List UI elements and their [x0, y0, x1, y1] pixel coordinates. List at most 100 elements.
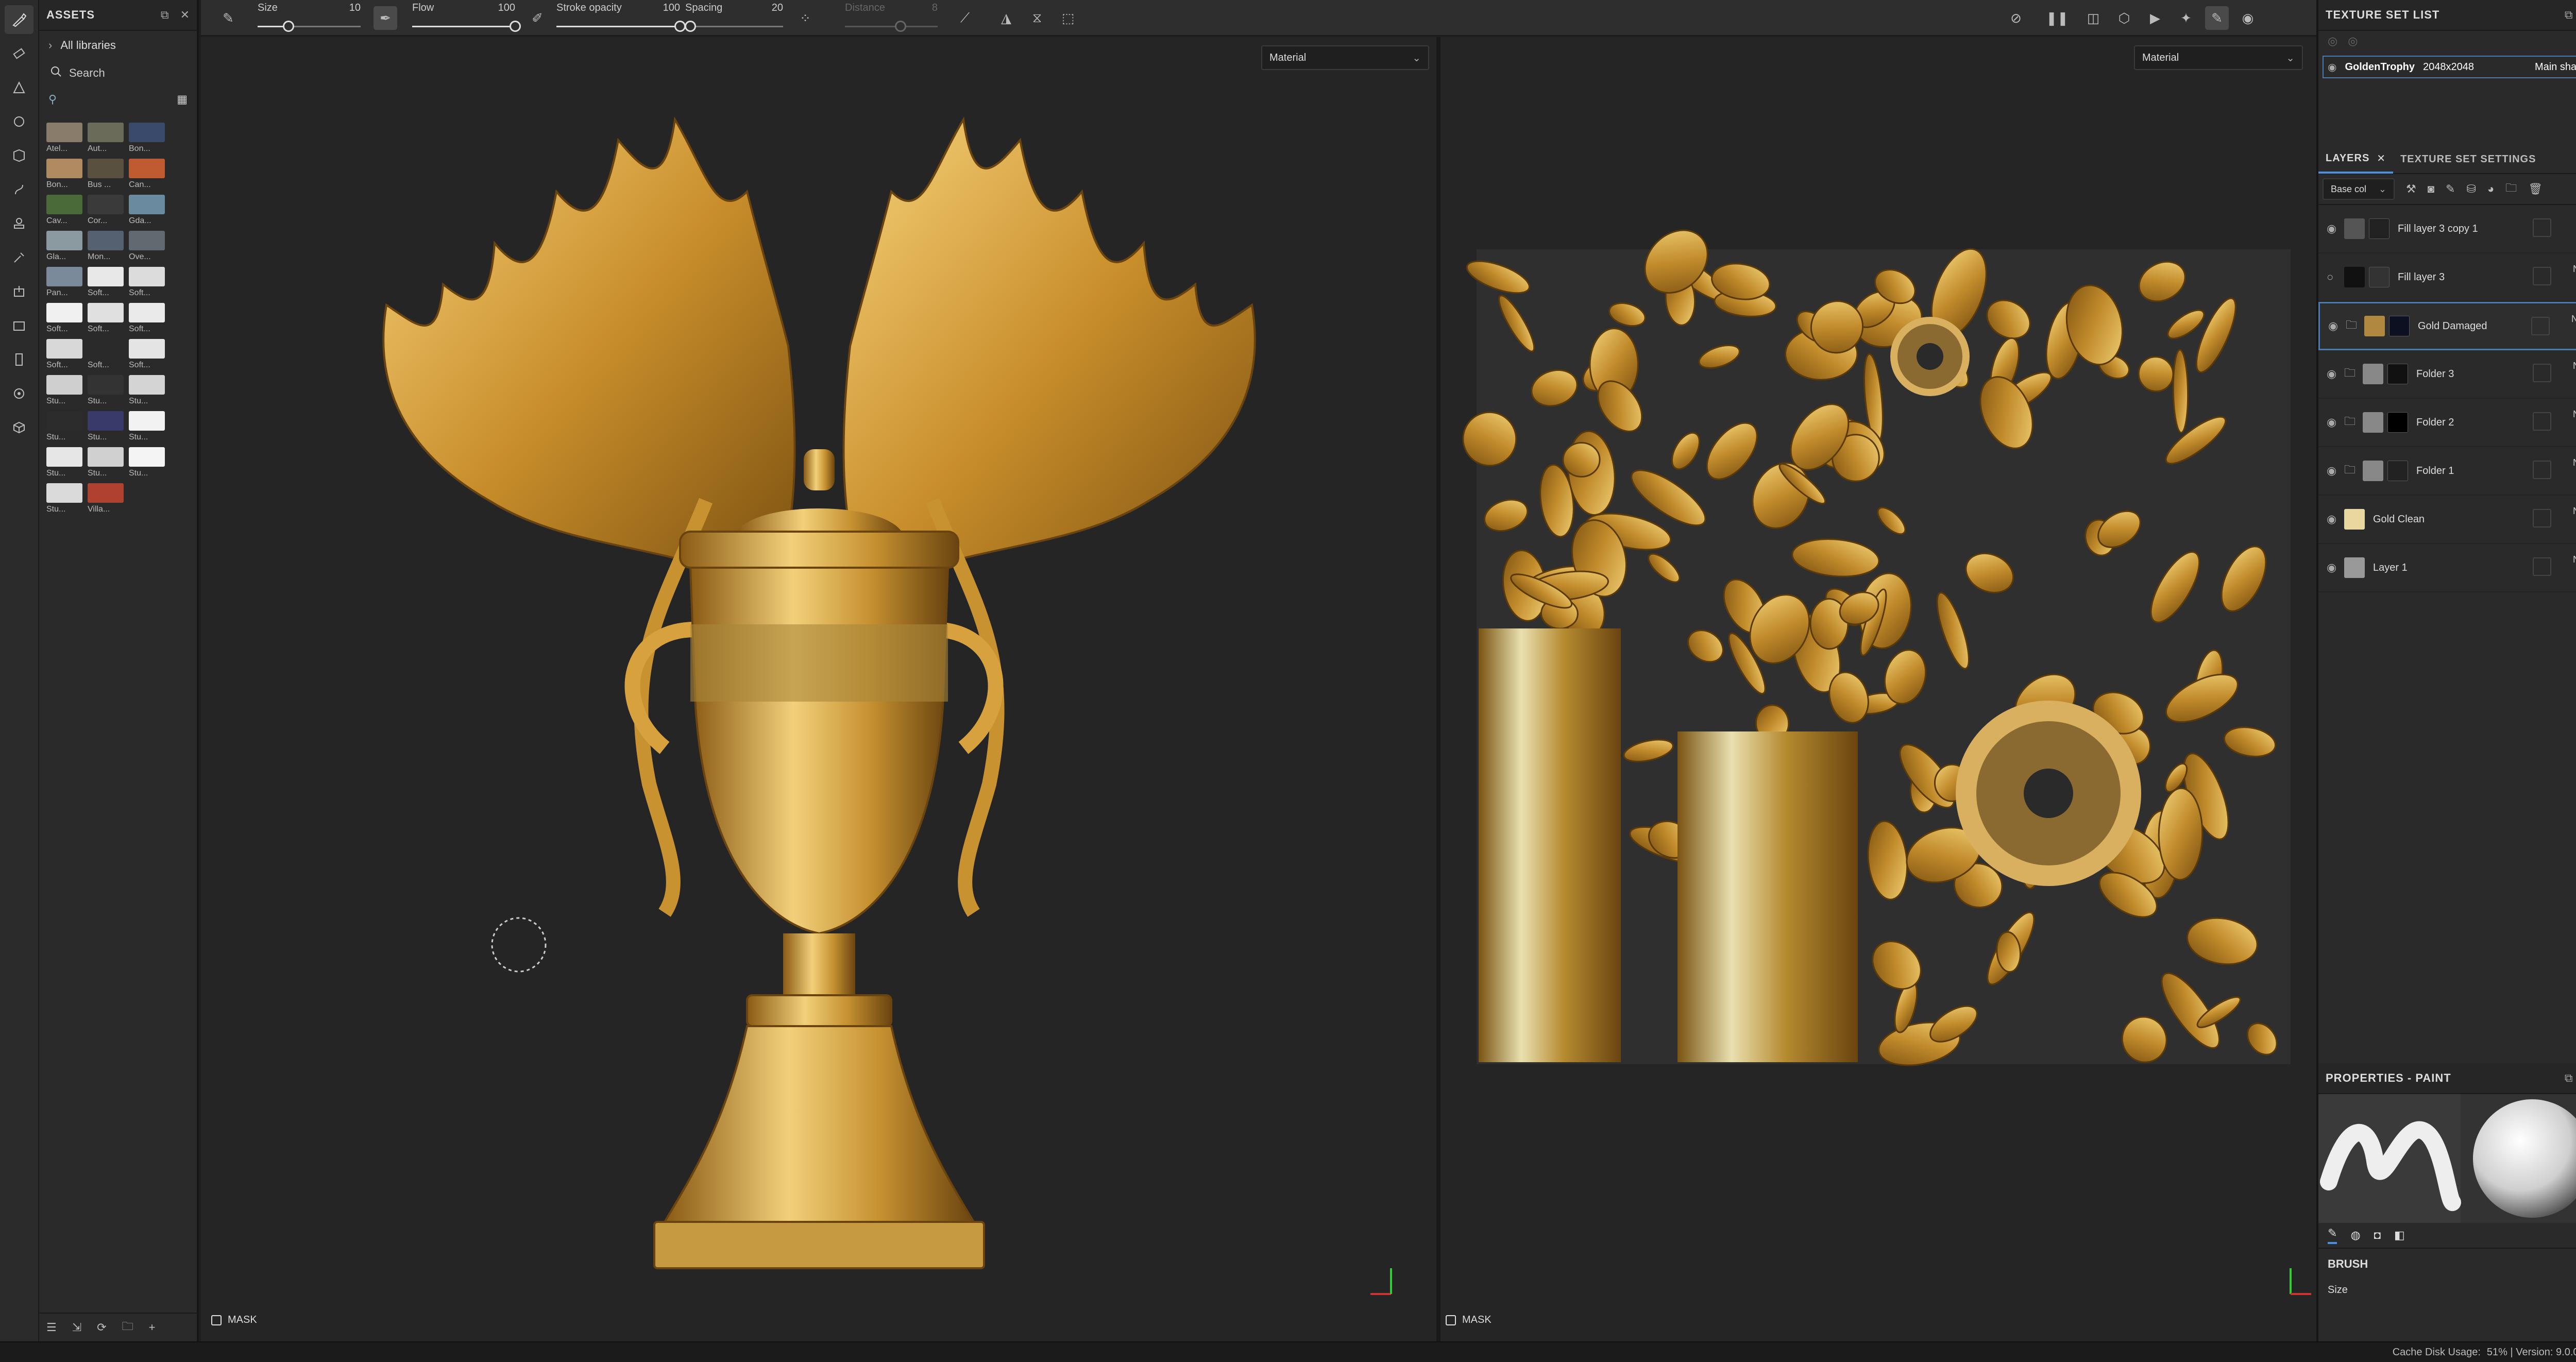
- layer-opacity[interactable]: 100: [2573, 472, 2576, 490]
- asset-thumbnail[interactable]: Stu...: [46, 411, 83, 442]
- asset-thumbnail[interactable]: Pan...: [46, 267, 83, 298]
- refresh-icon[interactable]: ⟳: [97, 1321, 106, 1334]
- stroke-icon[interactable]: ✐: [526, 6, 549, 30]
- mask-checkbox[interactable]: [211, 1315, 222, 1325]
- asset-thumbnail[interactable]: Villa...: [88, 483, 125, 514]
- asset-thumbnail[interactable]: Gda...: [129, 195, 166, 226]
- asset-thumbnail[interactable]: Soft...: [46, 303, 83, 334]
- lazy-mouse-icon[interactable]: ⁘: [793, 6, 817, 30]
- layer-blend-mode[interactable]: Norm: [2573, 356, 2576, 375]
- symmetry-icon[interactable]: ◮: [994, 6, 1018, 30]
- asset-thumbnail[interactable]: Soft...: [88, 267, 125, 298]
- add-smart-material-icon[interactable]: ◕: [2487, 182, 2494, 196]
- asset-thumbnail[interactable]: Soft...: [88, 339, 125, 370]
- layer-blend-mode[interactable]: Norm: [2573, 260, 2576, 278]
- undock-icon[interactable]: ⧉: [161, 8, 169, 22]
- asset-thumbnail[interactable]: Ove...: [129, 231, 166, 262]
- add-paint-layer-icon[interactable]: ✎: [2446, 182, 2455, 196]
- layer-color-swatch[interactable]: [2533, 509, 2551, 527]
- layer-name[interactable]: Layer 1: [2373, 562, 2408, 574]
- asset-thumbnail[interactable]: Soft...: [129, 267, 166, 298]
- geometry-fill-icon[interactable]: [5, 107, 33, 136]
- camera-icon[interactable]: ▶: [2143, 6, 2167, 30]
- layer-mask-thumbnail[interactable]: [2387, 461, 2408, 481]
- layer-name[interactable]: Gold Damaged: [2418, 320, 2487, 332]
- add-fill-layer-icon[interactable]: ⛁: [2466, 182, 2476, 196]
- layer-row[interactable]: ◉🗀 Folder 1 Norm100: [2318, 447, 2576, 496]
- layer-row[interactable]: ◉ Gold Clean Norm100: [2318, 496, 2576, 544]
- add-effect-icon[interactable]: ⚒: [2406, 182, 2416, 196]
- undock-icon[interactable]: ⧉: [2565, 1071, 2573, 1085]
- transform-icon[interactable]: ⬚: [1056, 6, 1080, 30]
- layer-name[interactable]: Fill layer 3 copy 1: [2398, 223, 2478, 235]
- layer-mask-thumbnail[interactable]: [2369, 267, 2389, 287]
- paint-brush-icon[interactable]: [5, 5, 33, 34]
- pen-pressure-icon[interactable]: ✒: [374, 6, 397, 30]
- flow-slider[interactable]: Flow 100: [412, 0, 521, 36]
- layer-mask-thumbnail[interactable]: [2369, 218, 2389, 239]
- screenshot-icon[interactable]: ◉: [2236, 6, 2260, 30]
- stencil-tab-icon[interactable]: ◘: [2374, 1229, 2381, 1242]
- asset-thumbnail[interactable]: Bon...: [129, 123, 166, 154]
- folder-icon[interactable]: 🗀: [2344, 461, 2363, 481]
- asset-thumbnail[interactable]: Mon...: [88, 231, 125, 262]
- eye-icon[interactable]: ◉: [2328, 61, 2336, 74]
- brush-preview[interactable]: [2318, 1094, 2576, 1223]
- layer-blend-mode[interactable]: Norm: [2573, 453, 2576, 472]
- asset-thumbnail[interactable]: Stu...: [88, 411, 125, 442]
- flow-value[interactable]: 100: [498, 2, 515, 14]
- shader-settings-icon[interactable]: [5, 379, 33, 408]
- texture-set-shader[interactable]: Main shader: [2535, 61, 2576, 73]
- folder-icon[interactable]: 🗀: [2344, 364, 2363, 384]
- import-icon[interactable]: ⇲: [72, 1321, 81, 1334]
- size-value[interactable]: 10: [349, 2, 361, 14]
- layer-opacity[interactable]: 100: [2573, 375, 2576, 394]
- asset-thumbnail[interactable]: Bon...: [46, 159, 83, 190]
- viewport-2d[interactable]: Material ⌄ MASK: [1440, 37, 2316, 1341]
- eye-icon[interactable]: ◉: [2327, 561, 2344, 574]
- projection-icon[interactable]: [5, 73, 33, 102]
- asset-thumbnail[interactable]: Stu...: [46, 447, 83, 478]
- 3d-object-icon[interactable]: [5, 413, 33, 442]
- delete-icon[interactable]: 🗑: [2528, 182, 2543, 196]
- eye-icon[interactable]: ◉: [2327, 367, 2344, 381]
- mask-toggle-2d[interactable]: MASK: [1446, 1314, 1492, 1326]
- asset-thumbnail[interactable]: Stu...: [129, 447, 166, 478]
- search-field[interactable]: Search: [45, 60, 191, 87]
- close-icon[interactable]: ✕: [180, 8, 190, 22]
- material-tab-icon[interactable]: ◍: [2350, 1229, 2360, 1242]
- layer-color-swatch[interactable]: [2533, 412, 2551, 431]
- display-settings-icon[interactable]: [5, 345, 33, 374]
- tab-texture-set-settings[interactable]: TEXTURE SET SETTINGS: [2393, 145, 2543, 174]
- filter-list-icon[interactable]: ☰: [46, 1321, 57, 1334]
- folder-icon[interactable]: 🗀: [122, 1318, 133, 1337]
- layer-row[interactable]: ◉🗀 Folder 3 Norm100: [2318, 350, 2576, 399]
- layer-opacity[interactable]: 100: [2571, 328, 2576, 347]
- clone-stamp-icon[interactable]: [5, 209, 33, 238]
- eye-icon[interactable]: ◉: [2327, 513, 2344, 526]
- asset-thumbnail[interactable]: Soft...: [46, 339, 83, 370]
- grid-view-icon[interactable]: ▦: [177, 93, 188, 106]
- export-icon[interactable]: [5, 277, 33, 306]
- layer-color-swatch[interactable]: [2533, 267, 2551, 285]
- layer-mask-thumbnail[interactable]: [2387, 412, 2408, 433]
- undock-icon[interactable]: ⧉: [2565, 8, 2573, 22]
- viewport-divider[interactable]: [1436, 37, 1440, 1341]
- asset-thumbnail[interactable]: Stu...: [129, 411, 166, 442]
- asset-thumbnail[interactable]: Cav...: [46, 195, 83, 226]
- add-icon[interactable]: +: [149, 1321, 156, 1334]
- bake-icon[interactable]: [5, 311, 33, 340]
- smudge-icon[interactable]: [5, 175, 33, 204]
- asset-thumbnail[interactable]: Stu...: [46, 483, 83, 514]
- view-mode-icon[interactable]: ◫: [2081, 6, 2105, 30]
- layer-color-swatch[interactable]: [2533, 461, 2551, 479]
- asset-thumbnail[interactable]: Stu...: [88, 447, 125, 478]
- eye-icon[interactable]: ◎: [2348, 35, 2358, 48]
- close-icon[interactable]: ✕: [2377, 152, 2386, 165]
- add-folder-icon[interactable]: 🗀: [2505, 179, 2517, 199]
- add-mask-icon[interactable]: ◙: [2428, 182, 2434, 196]
- eye-icon[interactable]: ◉: [2328, 319, 2346, 333]
- layer-color-swatch[interactable]: [2531, 317, 2550, 335]
- asset-thumbnail[interactable]: Gla...: [46, 231, 83, 262]
- brush-tab-icon[interactable]: ✎: [2328, 1227, 2337, 1244]
